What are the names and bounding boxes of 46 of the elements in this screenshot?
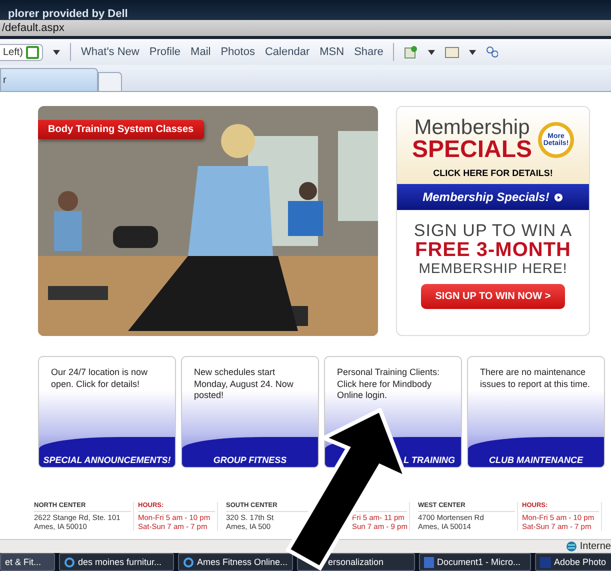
promo-text: FREE 3-MONTH xyxy=(414,240,571,261)
promo-text: MEMBERSHIP HERE! xyxy=(418,260,568,276)
card-title: L TRAINING xyxy=(404,455,455,465)
toolbar-link[interactable]: Profile xyxy=(149,46,181,58)
toolbar-link[interactable]: Share xyxy=(354,46,384,58)
play-icon xyxy=(554,193,564,202)
caret-icon[interactable] xyxy=(53,50,60,54)
caret-icon[interactable] xyxy=(469,50,476,54)
taskbar-button[interactable]: des moines furnitur... xyxy=(59,553,174,571)
toolbar-button[interactable]: Left) xyxy=(0,44,44,60)
card-text: Personal Training Clients: Click here for Mindbody Online login. xyxy=(336,366,441,402)
sign-up-button[interactable]: SIGN UP TO WIN NOW > xyxy=(421,284,565,309)
class-banner[interactable]: Body Training System Classes xyxy=(38,120,204,139)
card-text: Our 24/7 location is now open. Click for details! xyxy=(50,366,149,390)
toolbar-link[interactable]: MSN xyxy=(320,46,344,58)
address-text[interactable]: /default.aspx xyxy=(2,22,64,34)
card-text: There are no maintenance issues to report at this time. xyxy=(479,366,592,390)
info-card[interactable]: There are no maintenance issues to report at this time. CLUB MAINTENANCE xyxy=(467,356,605,468)
taskbar-button[interactable]: et & Fit... xyxy=(0,553,55,571)
card-text: New schedules start Monday, August 24. Now posted! xyxy=(193,366,294,402)
mail-icon[interactable] xyxy=(445,46,460,58)
toolbar-link[interactable]: Calendar xyxy=(264,46,310,58)
info-card[interactable]: Our 24/7 location is now open. Click for details! SPECIAL ANNOUNCEMENTS! xyxy=(38,356,176,468)
zone-text: Interne xyxy=(580,541,611,552)
specials-heading: SPECIALS xyxy=(412,138,532,162)
click-here-text[interactable]: CLICK HERE FOR DETAILS! xyxy=(433,168,553,178)
browser-icon xyxy=(183,556,194,568)
specials-button[interactable]: Membership Specials! xyxy=(397,184,589,210)
caret-icon[interactable] xyxy=(428,50,436,54)
document-icon xyxy=(424,556,434,568)
toolbar-link[interactable]: Mail xyxy=(190,46,211,58)
promo-text: SIGN UP TO WIN A xyxy=(414,222,572,240)
specials-heading: Membership xyxy=(414,117,530,138)
card-title: SPECIAL ANNOUNCEMENTS! xyxy=(43,455,171,465)
taskbar-button[interactable]: Adobe Photo xyxy=(535,553,611,571)
toolbar-link[interactable]: Photos xyxy=(220,46,255,58)
taskbar-button[interactable]: Ames Fitness Online... xyxy=(178,553,293,571)
toolbar-link[interactable]: What's New xyxy=(81,46,140,58)
window-title: plorer provided by Dell xyxy=(8,8,128,20)
browser-tab[interactable]: r xyxy=(0,68,98,91)
taskbar-button[interactable]: Document1 - Micro... xyxy=(419,553,531,571)
card-title: GROUP FITNESS xyxy=(213,455,287,465)
browser-icon xyxy=(64,556,75,568)
card-title: CLUB MAINTENANCE xyxy=(489,455,583,465)
info-card[interactable]: New schedules start Monday, August 24. Now posted! GROUP FITNESS xyxy=(181,356,319,468)
globe-icon xyxy=(566,541,577,552)
